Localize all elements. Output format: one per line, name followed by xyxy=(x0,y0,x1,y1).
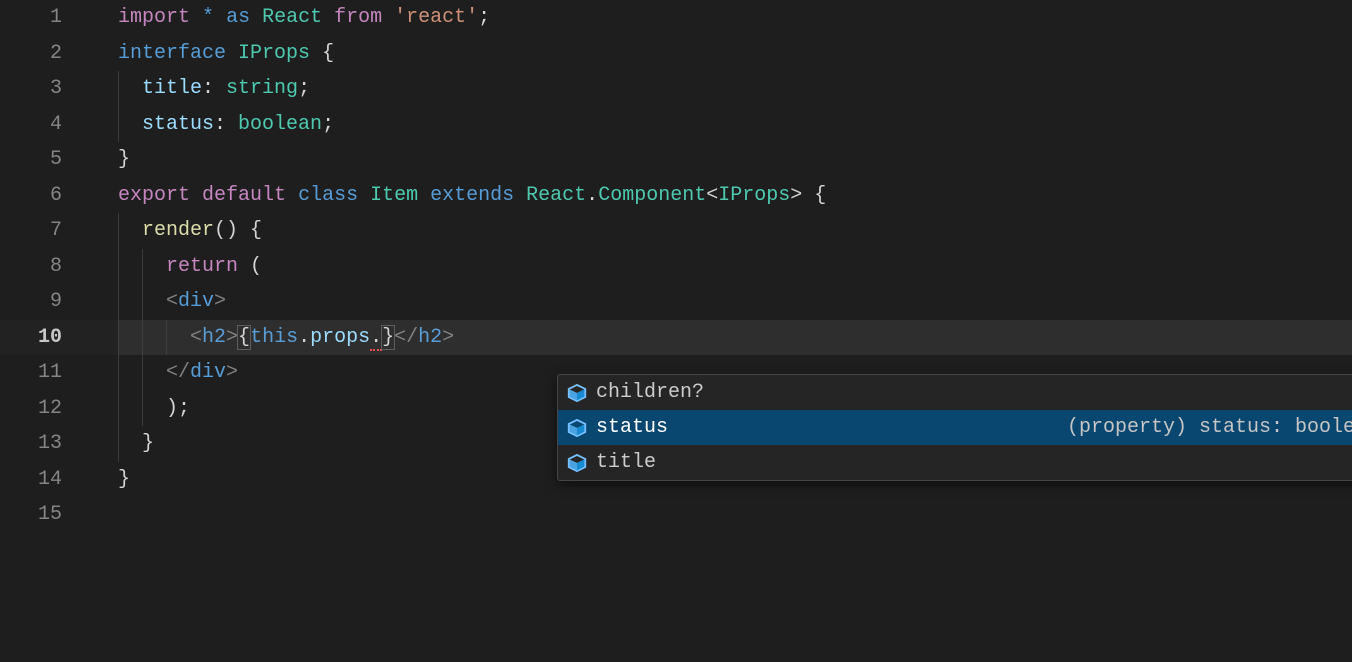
semicolon: ; xyxy=(178,397,190,420)
string-literal: 'react' xyxy=(394,6,478,29)
autocomplete-item-title[interactable]: title xyxy=(558,445,1352,480)
code-editor[interactable]: 1 2 3 4 5 6 7 8 9 10 11 12 13 14 15 impo… xyxy=(0,0,1352,662)
keyword-interface: interface xyxy=(118,42,226,65)
dot: . xyxy=(298,326,310,349)
code-line[interactable]: interface IProps { xyxy=(118,36,1352,72)
keyword-import: import xyxy=(118,6,190,29)
brace-close: } xyxy=(142,432,154,455)
tag-angle-close: </ xyxy=(166,361,190,384)
line-number: 2 xyxy=(0,36,62,72)
brace-open: { xyxy=(814,184,826,207)
type-iprops: IProps xyxy=(718,184,790,207)
line-number: 8 xyxy=(0,249,62,285)
tag-angle: < xyxy=(190,326,202,349)
code-line[interactable]: return ( xyxy=(118,249,1352,285)
tag-angle-close: </ xyxy=(394,326,418,349)
keyword-extends: extends xyxy=(430,184,514,207)
tag-angle: < xyxy=(166,290,178,313)
class-name: Item xyxy=(370,184,418,207)
keyword-from: from xyxy=(334,6,382,29)
brace-close: } xyxy=(118,468,130,491)
semicolon: ; xyxy=(298,77,310,100)
brace-open: { xyxy=(322,42,334,65)
brace-open: { xyxy=(250,219,262,242)
identifier-react: React xyxy=(262,6,322,29)
line-number-gutter: 1 2 3 4 5 6 7 8 9 10 11 12 13 14 15 xyxy=(0,0,90,662)
code-line[interactable]: export default class Item extends React.… xyxy=(118,178,1352,214)
code-line[interactable]: title: string; xyxy=(118,71,1352,107)
autocomplete-label: title xyxy=(596,445,656,481)
code-line[interactable]: render() { xyxy=(118,213,1352,249)
line-number: 12 xyxy=(0,391,62,427)
semicolon: ; xyxy=(478,6,490,29)
line-number: 14 xyxy=(0,462,62,498)
autocomplete-label: status xyxy=(596,410,668,446)
method-render: render xyxy=(142,219,214,242)
dot: . xyxy=(586,184,598,207)
line-number-current: 10 xyxy=(0,320,62,356)
identifier-props: props xyxy=(310,326,370,349)
line-number: 9 xyxy=(0,284,62,320)
tag-h2-close: h2 xyxy=(418,326,442,349)
autocomplete-popup[interactable]: children? status (property) status: bool… xyxy=(557,374,1352,481)
keyword-class: class xyxy=(298,184,358,207)
field-icon xyxy=(566,452,588,474)
tag-h2: h2 xyxy=(202,326,226,349)
keyword-this: this xyxy=(250,326,298,349)
autocomplete-item-status[interactable]: status (property) status: boolean i xyxy=(558,410,1352,445)
colon: : xyxy=(202,77,214,100)
type-boolean: boolean xyxy=(238,113,322,136)
autocomplete-detail-text: (property) status: boolean xyxy=(1067,410,1352,446)
line-number: 11 xyxy=(0,355,62,391)
paren-close: ) xyxy=(166,397,178,420)
line-number: 1 xyxy=(0,0,62,36)
code-area[interactable]: import * as React from 'react'; interfac… xyxy=(90,0,1352,662)
paren-open: ( xyxy=(250,255,262,278)
gt: > xyxy=(790,184,802,207)
token-star: * xyxy=(202,6,214,29)
tag-angle: > xyxy=(214,290,226,313)
code-line[interactable] xyxy=(118,497,1352,533)
type-name: IProps xyxy=(238,42,310,65)
type-string: string xyxy=(226,77,298,100)
line-number: 5 xyxy=(0,142,62,178)
parens: () xyxy=(214,219,238,242)
colon: : xyxy=(214,113,226,136)
semicolon: ; xyxy=(322,113,334,136)
property-name: title xyxy=(142,77,202,100)
identifier-component: Component xyxy=(598,184,706,207)
tag-angle: > xyxy=(226,361,238,384)
jsx-brace-open: { xyxy=(237,325,251,350)
code-line[interactable]: <div> xyxy=(118,284,1352,320)
keyword-return: return xyxy=(166,255,238,278)
code-line[interactable]: import * as React from 'react'; xyxy=(118,0,1352,36)
tag-div-close: div xyxy=(190,361,226,384)
line-number: 13 xyxy=(0,426,62,462)
tag-div: div xyxy=(178,290,214,313)
tag-angle: > xyxy=(442,326,454,349)
keyword-export: export xyxy=(118,184,190,207)
line-number: 15 xyxy=(0,497,62,533)
line-number: 7 xyxy=(0,213,62,249)
lt: < xyxy=(706,184,718,207)
code-line[interactable]: status: boolean; xyxy=(118,107,1352,143)
brace-close: } xyxy=(118,148,130,171)
line-number: 6 xyxy=(0,178,62,214)
field-icon xyxy=(566,417,588,439)
autocomplete-label: children? xyxy=(596,375,704,411)
identifier-react: React xyxy=(526,184,586,207)
keyword-default: default xyxy=(202,184,286,207)
autocomplete-item-children[interactable]: children? xyxy=(558,375,1352,410)
autocomplete-detail: (property) status: boolean i xyxy=(668,410,1352,446)
property-name: status xyxy=(142,113,214,136)
line-number: 4 xyxy=(0,107,62,143)
code-line-current[interactable]: <h2>{this.props.}</h2> xyxy=(118,320,1352,356)
code-line[interactable]: } xyxy=(118,142,1352,178)
line-number: 3 xyxy=(0,71,62,107)
keyword-as: as xyxy=(226,6,250,29)
field-icon xyxy=(566,382,588,404)
